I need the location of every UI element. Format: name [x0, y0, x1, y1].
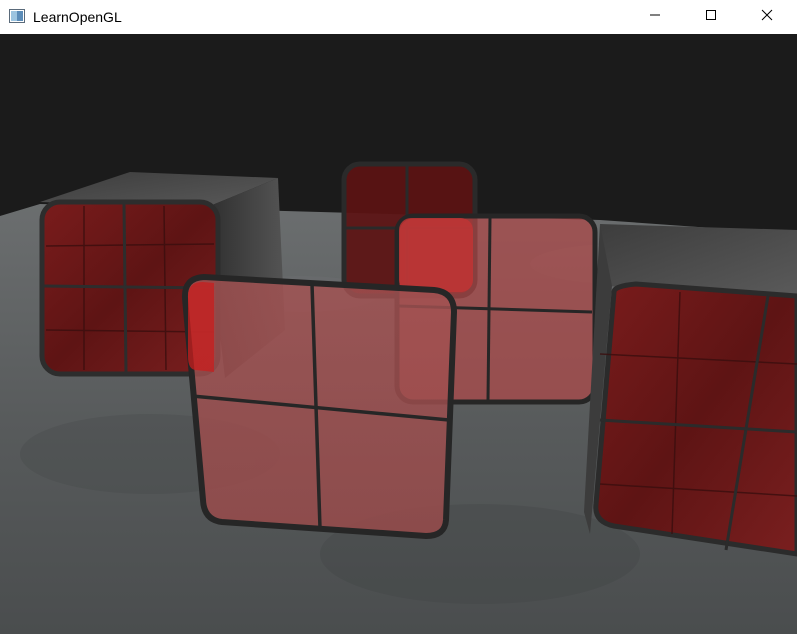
close-icon: [761, 8, 773, 26]
close-button[interactable]: [744, 0, 790, 34]
maximize-button[interactable]: [688, 0, 734, 34]
cube-right: [584, 224, 797, 557]
app-window: LearnOpenGL: [0, 0, 797, 634]
maximize-icon: [705, 8, 717, 26]
scene-render: [0, 34, 797, 634]
window-front: [181, 273, 458, 540]
minimize-icon: [649, 8, 661, 26]
title-bar[interactable]: LearnOpenGL: [0, 0, 797, 34]
window-app-icon: [9, 9, 25, 23]
minimize-button[interactable]: [632, 0, 678, 34]
opengl-viewport[interactable]: [0, 34, 797, 634]
window-title: LearnOpenGL: [33, 9, 122, 25]
